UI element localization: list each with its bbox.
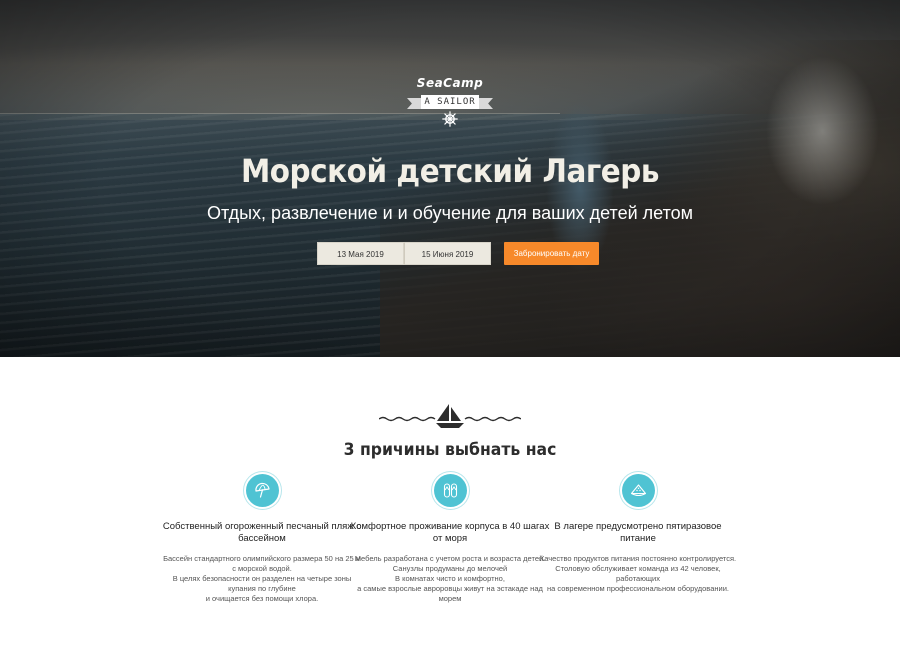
feature-description: Качество продуктов питания постоянно кон… xyxy=(539,554,737,593)
ribbon-tail-right xyxy=(479,98,493,109)
sailboat-divider-icon xyxy=(379,404,521,428)
logo-ribbon-text: A SAILOR xyxy=(421,95,479,109)
ship-wheel-icon xyxy=(442,111,458,127)
feature-title: В лагере предусмотрено пятиразовое питан… xyxy=(554,521,722,544)
feature-title: Собственный огороженный песчаный пляж с … xyxy=(162,521,362,544)
site-logo[interactable]: SeaCamp A SAILOR xyxy=(405,76,495,128)
logo-brand-text: SeaCamp xyxy=(416,76,484,90)
start-date-field[interactable]: 13 Мая 2019 xyxy=(317,242,404,265)
logo-ribbon: A SAILOR xyxy=(407,95,493,109)
book-date-button[interactable]: Забронировать дату xyxy=(504,242,599,265)
feature-description: Бассейн стандартного олимпийского размер… xyxy=(163,554,361,603)
hero-title: Морской детский Лагерь xyxy=(240,152,660,190)
beach-umbrella-icon xyxy=(255,482,270,498)
hero-subtitle: Отдых, развлечение и и обучение для ваши… xyxy=(206,203,694,223)
feature-icon-circle xyxy=(622,474,655,507)
feature-title: Комфортное проживание корпуса в 40 шагах… xyxy=(350,521,550,544)
feature-description: Мебель разработана с учетом роста и возр… xyxy=(354,554,546,603)
features-section-title: 3 причины выбнать нас xyxy=(343,440,557,460)
end-date-field[interactable]: 15 Июня 2019 xyxy=(404,242,491,265)
watermelon-icon xyxy=(630,484,647,497)
feature-icon-circle xyxy=(434,474,467,507)
flip-flops-icon xyxy=(443,483,458,498)
ribbon-tail-left xyxy=(407,98,421,109)
feature-icon-circle xyxy=(246,474,279,507)
hero-section: SeaCamp A SAILOR Морской детский Лагерь … xyxy=(0,0,900,357)
